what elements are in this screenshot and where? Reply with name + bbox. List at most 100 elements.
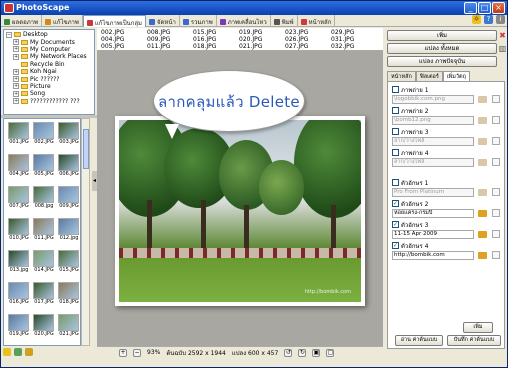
- tree-expander-icon[interactable]: +: [13, 76, 19, 83]
- thumbnail[interactable]: 004.JPG: [8, 154, 30, 180]
- thumbnail[interactable]: 017.JPG: [33, 282, 55, 308]
- option-value-field[interactable]: หอยแครง-กรมป๊: [392, 209, 474, 218]
- thumbnail-image[interactable]: [58, 218, 79, 235]
- zoom-out-icon[interactable]: −: [133, 348, 141, 357]
- option-value-field[interactable]: 11-15 Apr 2009: [392, 230, 474, 239]
- minimize-button[interactable]: _: [464, 2, 477, 14]
- option-checkbox[interactable]: [392, 179, 399, 186]
- option-value-field[interactable]: ลาก/วางไฟล์: [392, 158, 474, 167]
- tab-add-object[interactable]: เพิ่มวัตถุ: [442, 71, 470, 81]
- tab-home[interactable]: หน้าหลัก: [387, 71, 416, 81]
- tree-item[interactable]: Recycle Bin: [6, 61, 92, 68]
- text-style-icon[interactable]: [478, 189, 487, 196]
- option-checkbox[interactable]: ✓: [392, 242, 399, 249]
- park-photo[interactable]: http://bombik.com: [119, 120, 361, 302]
- compare-icon[interactable]: ▣: [312, 348, 321, 357]
- thumbnail-image[interactable]: [8, 122, 29, 139]
- thumbnail[interactable]: 012.jpg: [58, 218, 80, 244]
- thumbnail-scrollbar[interactable]: [81, 118, 90, 346]
- tree-expander-icon[interactable]: +: [13, 39, 19, 46]
- tree-item[interactable]: + My Computer: [6, 46, 92, 53]
- main-tab[interactable]: พิมพ์: [271, 15, 298, 27]
- file-list-item[interactable]: 008.JPG: [147, 29, 187, 36]
- tree-item[interactable]: − Desktop: [6, 31, 92, 38]
- thumbnail-image[interactable]: [58, 314, 79, 331]
- option-row[interactable]: ✓ ตัวอักษร 4: [392, 241, 428, 250]
- rotate-left-icon[interactable]: ↺: [284, 348, 293, 357]
- file-list-item[interactable]: 018.JPG: [193, 43, 233, 50]
- option-checkbox[interactable]: [392, 128, 399, 135]
- option-row[interactable]: ภาพถ่าย 2: [392, 106, 429, 115]
- file-list-item[interactable]: 021.JPG: [239, 43, 279, 50]
- tree-expander-icon[interactable]: +: [13, 98, 19, 105]
- thumbnail[interactable]: 001.JPG: [8, 122, 30, 148]
- option-color-box[interactable]: [492, 251, 500, 259]
- tree-item[interactable]: + Koh Ngai: [6, 68, 92, 75]
- tree-expander-icon[interactable]: +: [13, 90, 19, 97]
- file-list-item[interactable]: 005.JPG: [101, 43, 141, 50]
- file-list-item[interactable]: 016.JPG: [193, 36, 233, 43]
- refresh-icon[interactable]: [14, 348, 22, 356]
- main-tab[interactable]: ผลดอภาพ: [1, 15, 42, 27]
- thumbnail-image[interactable]: [58, 186, 79, 203]
- file-list-item[interactable]: 015.JPG: [193, 29, 233, 36]
- thumbnail-image[interactable]: [8, 154, 29, 171]
- thumbnail[interactable]: 010.JPG: [8, 218, 30, 244]
- option-row[interactable]: ภาพถ่าย 3: [392, 127, 429, 136]
- option-checkbox[interactable]: [392, 86, 399, 93]
- trash-icon[interactable]: ▥: [498, 44, 507, 53]
- thumbnail-image[interactable]: [58, 282, 79, 299]
- save-preset-button[interactable]: บันทึก ค่าต้นแบบ: [447, 335, 501, 346]
- tree-expander-icon[interactable]: +: [13, 83, 19, 90]
- info-icon[interactable]: i: [496, 15, 505, 24]
- thumbnail-image[interactable]: [33, 250, 54, 267]
- tree-item[interactable]: + ???????????? ???: [6, 98, 92, 105]
- file-list-item[interactable]: 023.JPG: [285, 29, 325, 36]
- option-color-box[interactable]: [492, 137, 500, 145]
- remove-icon[interactable]: ✖: [498, 31, 507, 40]
- thumbnail-image[interactable]: [58, 154, 79, 171]
- folder-icon[interactable]: [25, 348, 33, 356]
- file-list-item[interactable]: 020.JPG: [239, 36, 279, 43]
- thumbnail[interactable]: 016.JPG: [8, 282, 30, 308]
- thumbnail-image[interactable]: [58, 250, 79, 267]
- file-list-item[interactable]: 031.JPG: [331, 36, 371, 43]
- file-list-item[interactable]: 011.JPG: [147, 43, 187, 50]
- option-value-field[interactable]: \bomb12.png: [392, 116, 474, 125]
- thumbnail[interactable]: 007.JPG: [8, 186, 30, 212]
- file-list-item[interactable]: 032.JPG: [331, 43, 371, 50]
- image-edit-icon[interactable]: [478, 96, 487, 103]
- option-color-box[interactable]: [492, 116, 500, 124]
- main-tab[interactable]: แก้ไขภาพ: [42, 15, 83, 27]
- tree-expander-icon[interactable]: +: [13, 53, 19, 60]
- tree-expander-icon[interactable]: +: [13, 46, 19, 53]
- option-color-box[interactable]: [492, 209, 500, 217]
- main-tab[interactable]: ภาพเคลื่อนไหว: [217, 15, 271, 27]
- thumbnail[interactable]: 006.JPG: [58, 154, 80, 180]
- tree-item[interactable]: + My Network Places: [6, 53, 92, 60]
- tree-item[interactable]: + Pic ??????: [6, 75, 92, 83]
- file-list-item[interactable]: 019.JPG: [239, 29, 279, 36]
- option-color-box[interactable]: [492, 230, 500, 238]
- option-color-box[interactable]: [492, 95, 500, 103]
- fullscreen-icon[interactable]: ▢: [326, 348, 335, 357]
- option-checkbox[interactable]: ✓: [392, 200, 399, 207]
- settings-icon[interactable]: ☼: [472, 15, 481, 24]
- close-button[interactable]: ×: [492, 2, 505, 14]
- image-edit-icon[interactable]: [478, 138, 487, 145]
- thumbnail-image[interactable]: [33, 122, 54, 139]
- scrollbar-thumb[interactable]: [83, 129, 89, 169]
- option-row[interactable]: ตัวอักษร 1: [392, 178, 428, 187]
- option-value-field[interactable]: http://bombik.com: [392, 251, 474, 260]
- text-style-icon[interactable]: [478, 231, 487, 238]
- thumbnail-image[interactable]: [8, 250, 29, 267]
- thumbnail[interactable]: 015.JPG: [58, 250, 80, 276]
- option-value-field[interactable]: ลาก/วางไฟล์: [392, 137, 474, 146]
- file-list-item[interactable]: 029.JPG: [331, 29, 371, 36]
- thumbnail-image[interactable]: [33, 218, 54, 235]
- main-tab[interactable]: จัดหน้า: [146, 15, 180, 27]
- rotate-right-icon[interactable]: ↻: [298, 348, 307, 357]
- image-canvas[interactable]: http://bombik.com ลากคลุมแล้ว Delete: [97, 50, 383, 346]
- option-checkbox[interactable]: [392, 107, 399, 114]
- thumbnail[interactable]: 021.JPG: [58, 314, 80, 340]
